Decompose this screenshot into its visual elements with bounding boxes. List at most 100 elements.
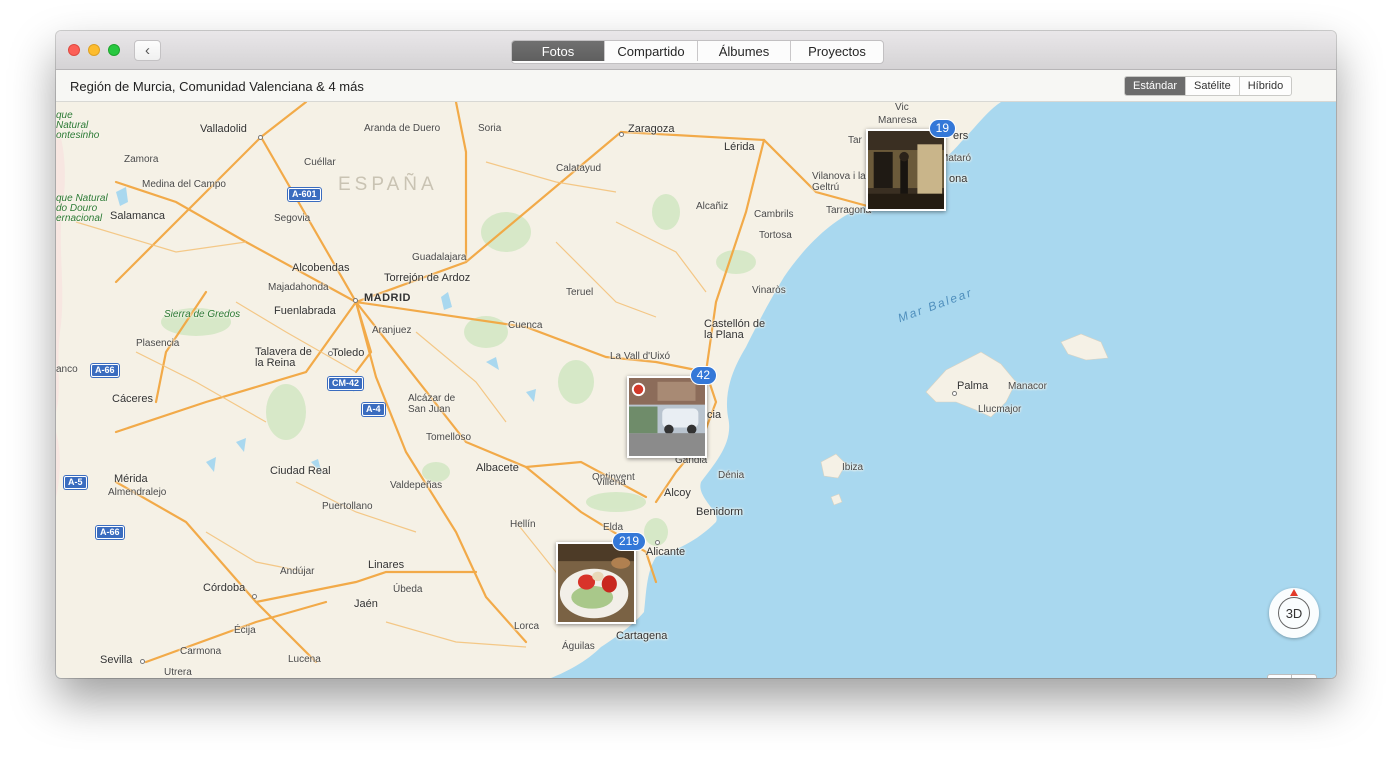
- zoom-controls: − +: [1267, 674, 1317, 678]
- city-label: Carmona: [180, 646, 222, 657]
- city-label: Mérida: [114, 473, 148, 485]
- zoom-in-button[interactable]: +: [1292, 674, 1317, 678]
- city-label: Tortosa: [759, 230, 792, 241]
- city-label: ona: [949, 173, 968, 185]
- city-label: Salamanca: [110, 210, 166, 222]
- city-label: Albacete: [476, 462, 519, 474]
- city-label: cia: [707, 409, 722, 421]
- city-label: Benidorm: [696, 506, 744, 518]
- city-label: Lérida: [724, 141, 755, 153]
- city-label: Toledo: [332, 347, 365, 359]
- north-arrow-icon: [1290, 589, 1298, 596]
- city-marker: [619, 132, 624, 137]
- city-label: Plasencia: [136, 338, 180, 349]
- location-info-bar: Región de Murcia, Comunidad Valenciana &…: [56, 70, 1336, 102]
- photo-cluster-alicante[interactable]: 219: [556, 532, 646, 624]
- city-label: Andújar: [280, 566, 315, 577]
- map-type-selector: Estándar Satélite Híbrido: [1124, 76, 1293, 96]
- city-label: Puertollano: [322, 501, 373, 512]
- country-label: ESPAÑA: [338, 174, 438, 195]
- photo-thumbnail: [629, 378, 705, 456]
- photo-count-badge: 219: [611, 532, 646, 551]
- zoom-out-button[interactable]: −: [1267, 674, 1292, 678]
- city-label: Valdepeñas: [390, 480, 443, 491]
- city-label: Majadahonda: [268, 282, 329, 293]
- city-label: Torrejón de Ardoz: [384, 272, 471, 284]
- city-marker: [252, 594, 257, 599]
- city-marker: [952, 391, 957, 396]
- title-bar: ‹ Fotos Compartido Álbumes Proyectos: [56, 31, 1336, 70]
- city-marker: [140, 659, 145, 664]
- city-label: Linares: [368, 559, 405, 571]
- city-label: anco: [56, 364, 78, 375]
- city-label: Almendralejo: [108, 487, 167, 498]
- city-label: Guadalajara: [412, 252, 467, 263]
- map-type-satelite[interactable]: Satélite: [1185, 77, 1239, 95]
- map-type-hibrido[interactable]: Híbrido: [1238, 77, 1291, 95]
- road-shield: A-4: [362, 403, 385, 416]
- back-button[interactable]: ‹: [134, 40, 161, 61]
- city-label: Hellín: [510, 519, 536, 530]
- tab-fotos[interactable]: Fotos: [512, 41, 604, 61]
- park-label: Sierra de Gredos: [164, 309, 241, 320]
- tab-proyectos[interactable]: Proyectos: [790, 41, 883, 61]
- city-label: Aranjuez: [372, 325, 412, 336]
- city-label: Manacor: [1008, 381, 1047, 392]
- city-label: Úbeda: [393, 584, 423, 595]
- map-type-estandar[interactable]: Estándar: [1125, 77, 1186, 95]
- city-label: Llucmajor: [978, 404, 1022, 415]
- photos-window: ‹ Fotos Compartido Álbumes Proyectos ESP…: [56, 31, 1336, 678]
- photo-count-badge: 19: [928, 119, 956, 138]
- city-marker: [328, 351, 333, 356]
- road-shield: CM-42: [328, 377, 364, 390]
- photo-count-badge: 42: [689, 366, 717, 385]
- capital-label: MADRID: [364, 292, 411, 304]
- close-window-button[interactable]: [68, 44, 80, 56]
- city-label: Cáceres: [112, 393, 153, 405]
- city-marker: [655, 540, 660, 545]
- city-label: Alicante: [646, 546, 686, 558]
- road-shield: A-5: [64, 476, 87, 489]
- tab-albumes[interactable]: Álbumes: [697, 41, 790, 61]
- chevron-left-icon: ‹: [145, 42, 150, 59]
- city-label: Zamora: [124, 154, 159, 165]
- city-label: Fuenlabrada: [274, 305, 336, 317]
- city-label: Dénia: [718, 470, 745, 481]
- city-label: Manresa: [878, 115, 917, 126]
- city-label: Teruel: [566, 287, 594, 298]
- city-label: Valladolid: [200, 123, 247, 135]
- city-label: Águilas: [562, 641, 595, 652]
- city-label: Cuenca: [508, 320, 543, 331]
- tab-compartido[interactable]: Compartido: [604, 41, 697, 61]
- zoom-window-button[interactable]: [108, 44, 120, 56]
- city-label: Ciudad Real: [270, 465, 331, 477]
- road-shield: A-66: [96, 526, 124, 539]
- city-label: Alcobendas: [292, 262, 350, 274]
- city-label: Aranda de Duero: [364, 123, 441, 134]
- city-label: Medina del Campo: [142, 179, 226, 190]
- map-view[interactable]: ESPAÑA MADRID Mar Balear Sierra de Gredo…: [56, 102, 1336, 678]
- city-label: Sevilla: [100, 654, 133, 666]
- city-label: Villena: [596, 477, 626, 488]
- compass-ring: 3D: [1278, 597, 1310, 629]
- photo-cluster-barcelona[interactable]: 19: [866, 119, 956, 211]
- minimize-window-button[interactable]: [88, 44, 100, 56]
- city-label: Tomelloso: [426, 432, 472, 443]
- city-label: Cartagena: [616, 630, 668, 642]
- city-label: Vic: [895, 102, 909, 113]
- photo-cluster-valencia[interactable]: 42: [627, 366, 717, 458]
- city-marker: [353, 298, 358, 303]
- city-label: Soria: [478, 123, 502, 134]
- city-label: Alcázar de San Juan: [408, 393, 456, 415]
- city-label: Castellón de la Plana: [704, 318, 766, 341]
- city-label: Écija: [234, 625, 256, 636]
- city-label: Calatayud: [556, 163, 602, 174]
- photo-thumbnail: [868, 131, 944, 209]
- city-label: La Vall d'Uixó: [610, 351, 671, 362]
- compass-3d-button[interactable]: 3D: [1269, 588, 1319, 638]
- city-label: Cambrils: [754, 209, 794, 220]
- road-shield: A-66: [91, 364, 119, 377]
- photo-thumbnail: [558, 544, 634, 622]
- city-label: Alcoy: [664, 487, 691, 499]
- 3d-toggle-label: 3D: [1285, 605, 1303, 621]
